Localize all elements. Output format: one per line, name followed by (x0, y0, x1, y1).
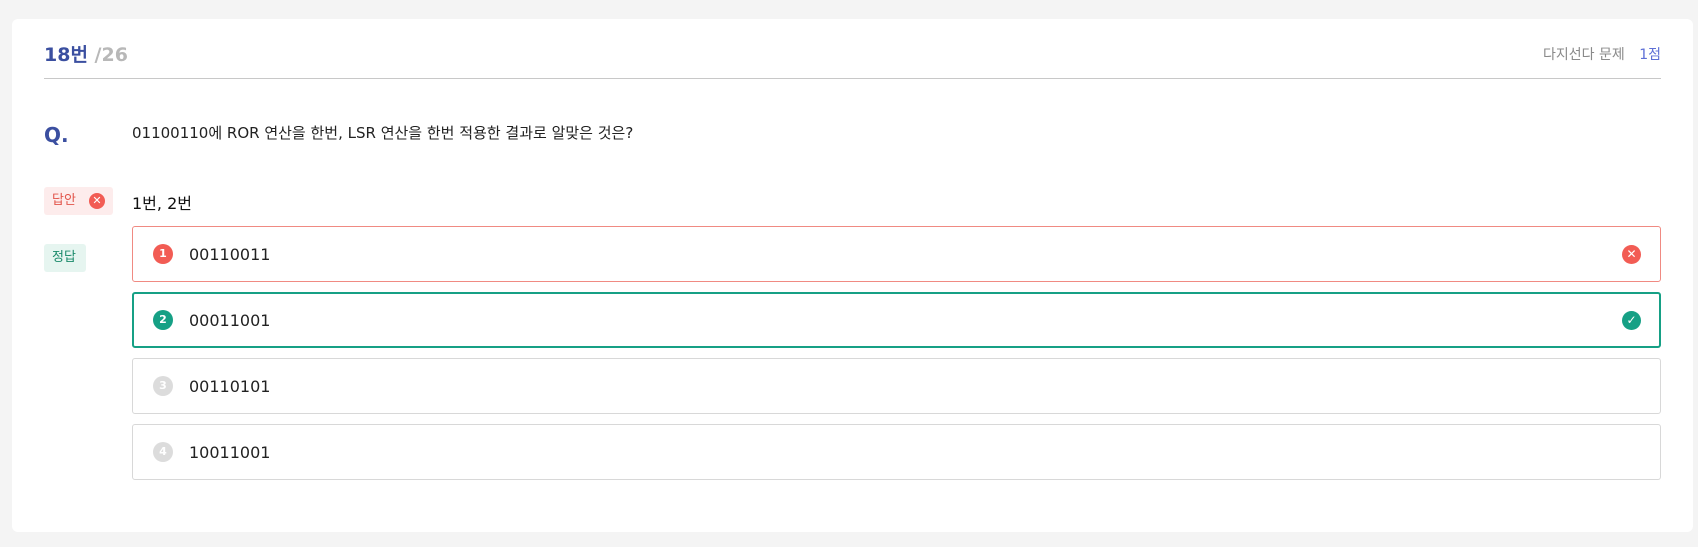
x-circle-icon: ✕ (1622, 245, 1641, 264)
x-circle-icon: ✕ (89, 193, 105, 209)
option-3[interactable]: 3 00110101 (132, 358, 1661, 414)
question-type-label: 다지선다 문제 (1543, 47, 1625, 63)
submitted-answer-badge-label: 답안 (52, 193, 76, 208)
option-text: 10011001 (189, 443, 271, 462)
question-header: 18번 /26 다지선다 문제 1점 (44, 38, 1661, 79)
question-number: 18번 /26 (44, 40, 128, 67)
option-number: 3 (153, 376, 173, 396)
question-points: 1점 (1639, 47, 1661, 63)
check-circle-icon: ✓ (1622, 311, 1641, 330)
correct-answer-badge: 정답 (44, 244, 86, 272)
submitted-answer-badge: 답안 ✕ (44, 187, 113, 215)
option-text: 00011001 (189, 311, 271, 330)
option-1[interactable]: 1 00110011 ✕ (132, 226, 1661, 282)
option-number: 4 (153, 442, 173, 462)
question-number-total: /26 (94, 44, 128, 66)
option-number: 2 (153, 310, 173, 330)
option-4[interactable]: 4 10011001 (132, 424, 1661, 480)
question-label: Q. (44, 123, 69, 147)
option-2[interactable]: 2 00011001 ✓ (132, 292, 1661, 348)
question-type: 다지선다 문제 1점 (1543, 44, 1661, 64)
question-text: 01100110에 ROR 연산을 한번, LSR 연산을 한번 적용한 결과로… (132, 124, 634, 142)
option-number: 1 (153, 244, 173, 264)
correct-answer-badge-label: 정답 (52, 250, 76, 265)
option-text: 00110011 (189, 245, 271, 264)
question-card: 18번 /26 다지선다 문제 1점 Q. 01100110에 ROR 연산을 … (12, 19, 1693, 532)
question-number-current: 18번 (44, 44, 88, 66)
submitted-answer-value: 1번, 2번 (132, 194, 192, 213)
option-text: 00110101 (189, 377, 271, 396)
